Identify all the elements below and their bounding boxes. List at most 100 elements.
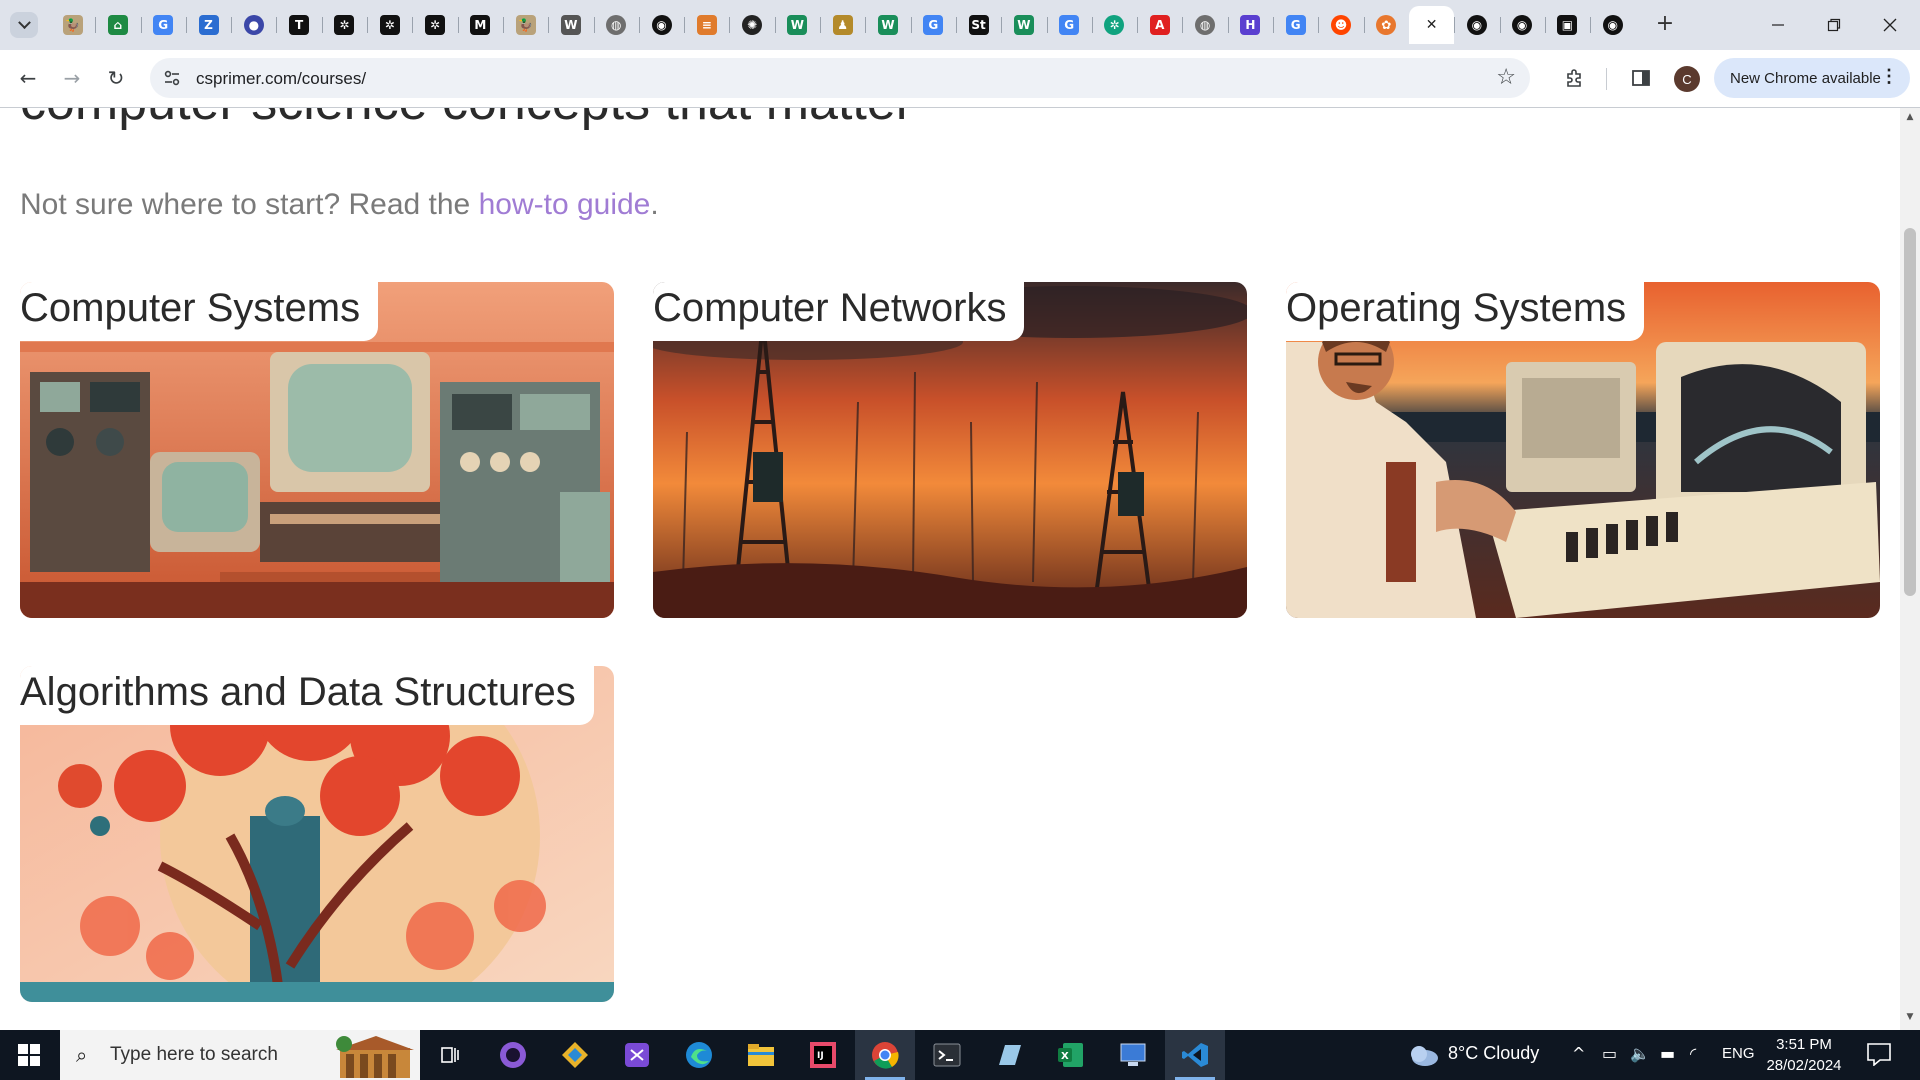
side-panel-button[interactable]: [1627, 64, 1655, 92]
taskbar-chrome[interactable]: [855, 1030, 915, 1080]
url-text[interactable]: csprimer.com/courses/: [196, 69, 366, 89]
taskbar-notes[interactable]: [979, 1030, 1039, 1080]
course-card-computer-networks[interactable]: Computer Networks: [653, 282, 1247, 618]
taskbar-file-explorer[interactable]: [731, 1030, 791, 1080]
new-tab-button[interactable]: +: [1652, 12, 1678, 38]
browser-tab[interactable]: A: [1137, 6, 1182, 44]
minimize-button[interactable]: [1750, 0, 1806, 50]
browser-tab[interactable]: St: [955, 6, 1001, 44]
taskbar-terminal[interactable]: [917, 1030, 977, 1080]
wifi-icon[interactable]: ◜: [1690, 1044, 1696, 1063]
browser-tab[interactable]: G: [1273, 6, 1318, 44]
browser-tab[interactable]: ◍: [1182, 6, 1227, 44]
browser-tab[interactable]: W: [865, 6, 910, 44]
browser-tab[interactable]: ✲: [1091, 6, 1137, 44]
taskbar-edge[interactable]: [669, 1030, 729, 1080]
browser-tab[interactable]: ✲: [367, 6, 412, 44]
browser-tab[interactable]: T: [276, 6, 321, 44]
profile-avatar[interactable]: C: [1674, 66, 1700, 92]
task-view-button[interactable]: [420, 1030, 480, 1080]
course-card-algorithms-data-structures[interactable]: Algorithms and Data Structures: [20, 666, 614, 1002]
battery-icon[interactable]: ▬: [1660, 1044, 1675, 1063]
volume-icon[interactable]: 🔈: [1630, 1044, 1650, 1063]
browser-tab[interactable]: G: [910, 6, 956, 44]
browser-tab[interactable]: ♟: [820, 6, 865, 44]
browser-tab[interactable]: ◉: [1454, 6, 1499, 44]
language-indicator[interactable]: ENG: [1722, 1045, 1755, 1062]
browser-tab[interactable]: M: [457, 6, 503, 44]
browser-tab[interactable]: W: [548, 6, 593, 44]
course-title[interactable]: Algorithms and Data Structures: [20, 666, 594, 725]
restore-button[interactable]: [1806, 0, 1862, 50]
browser-tab[interactable]: 🦆: [502, 6, 548, 44]
window-close-button[interactable]: [1862, 0, 1918, 50]
browser-tab[interactable]: G: [1046, 6, 1092, 44]
duck-icon: 🦆: [515, 15, 536, 35]
chevron-up-icon[interactable]: ^: [1572, 1044, 1585, 1063]
browser-tab[interactable]: ◉: [1590, 6, 1635, 44]
tab-search-button[interactable]: [10, 12, 38, 38]
taskbar-intellij[interactable]: IJ: [793, 1030, 853, 1080]
browser-tab[interactable]: ✲: [412, 6, 457, 44]
forward-button[interactable]: →: [56, 62, 88, 94]
browser-tab[interactable]: ▣: [1544, 6, 1590, 44]
reload-button[interactable]: ↻: [100, 62, 132, 94]
remote-desktop-icon: [1120, 1043, 1146, 1066]
reload-icon: ↻: [107, 66, 125, 90]
browser-tab[interactable]: H: [1227, 6, 1273, 44]
browser-tab[interactable]: ☻: [1318, 6, 1363, 44]
start-button[interactable]: [0, 1030, 58, 1080]
scroll-down-arrow-icon[interactable]: ▼: [1900, 1012, 1920, 1028]
browser-tab[interactable]: ✲: [321, 6, 367, 44]
browser-tab[interactable]: ✺: [729, 6, 774, 44]
more-menu-icon[interactable]: ⋮: [1880, 66, 1898, 87]
browser-tab[interactable]: W: [1001, 6, 1046, 44]
browser-tab[interactable]: ◉: [638, 6, 684, 44]
browser-tab[interactable]: ✿: [1363, 6, 1409, 44]
extensions-button[interactable]: [1561, 64, 1589, 92]
browser-tab[interactable]: ◉: [1499, 6, 1545, 44]
openai-icon: ✲: [334, 15, 355, 35]
wolfram-icon: ✺: [742, 15, 763, 35]
browser-tab[interactable]: ⌂: [95, 6, 140, 44]
taskbar-visual-studio[interactable]: [607, 1030, 667, 1080]
course-card-operating-systems[interactable]: Operating Systems: [1286, 282, 1880, 618]
close-icon: [1883, 18, 1897, 32]
browser-tab[interactable]: ≡: [684, 6, 729, 44]
browser-tab[interactable]: 🦆: [50, 6, 95, 44]
how-to-guide-link[interactable]: how-to guide: [479, 188, 651, 221]
edge-icon: [686, 1042, 712, 1068]
taskbar-remote-desktop[interactable]: [1103, 1030, 1163, 1080]
taskbar-vscode[interactable]: [1165, 1030, 1225, 1080]
browser-tab[interactable]: ●: [231, 6, 276, 44]
notification-center-icon[interactable]: [1866, 1042, 1892, 1066]
scrollbar-thumb[interactable]: [1904, 228, 1916, 596]
taskbar-excel[interactable]: X: [1041, 1030, 1101, 1080]
svg-text:X: X: [1061, 1051, 1069, 1062]
site-settings-icon[interactable]: [162, 68, 182, 88]
page-scrollbar[interactable]: ▲ ▼: [1900, 108, 1920, 1030]
system-clock[interactable]: 3:51 PM 28/02/2024: [1756, 1034, 1852, 1076]
openai-icon: ✲: [379, 15, 400, 35]
course-title[interactable]: Computer Systems: [20, 282, 379, 341]
weather-text[interactable]: 8°C Cloudy: [1448, 1043, 1539, 1064]
bookmark-star-icon[interactable]: ☆: [1496, 65, 1516, 90]
course-title[interactable]: Operating Systems: [1286, 282, 1645, 341]
browser-tab[interactable]: ◍: [593, 6, 639, 44]
taskbar-search[interactable]: ⌕ Type here to search: [60, 1030, 420, 1080]
close-icon[interactable]: ✕: [1426, 17, 1438, 33]
scroll-up-arrow-icon[interactable]: ▲: [1900, 112, 1920, 128]
taskbar-app-diamond[interactable]: [545, 1030, 605, 1080]
meet-now-icon[interactable]: ▭: [1602, 1044, 1617, 1063]
address-bar[interactable]: csprimer.com/courses/ ☆: [150, 58, 1530, 98]
course-card-computer-systems[interactable]: Computer Systems: [20, 282, 614, 618]
browser-tab[interactable]: Z: [185, 6, 231, 44]
taskbar-github-desktop[interactable]: [483, 1030, 543, 1080]
chrome-update-button[interactable]: New Chrome available ⋮: [1714, 58, 1910, 98]
acrobat-icon: A: [1149, 15, 1170, 35]
browser-tab[interactable]: G: [140, 6, 186, 44]
tab-active[interactable]: ✕: [1408, 6, 1455, 44]
browser-tab[interactable]: W: [774, 6, 820, 44]
course-title[interactable]: Computer Networks: [653, 282, 1025, 341]
back-button[interactable]: ←: [12, 62, 44, 94]
